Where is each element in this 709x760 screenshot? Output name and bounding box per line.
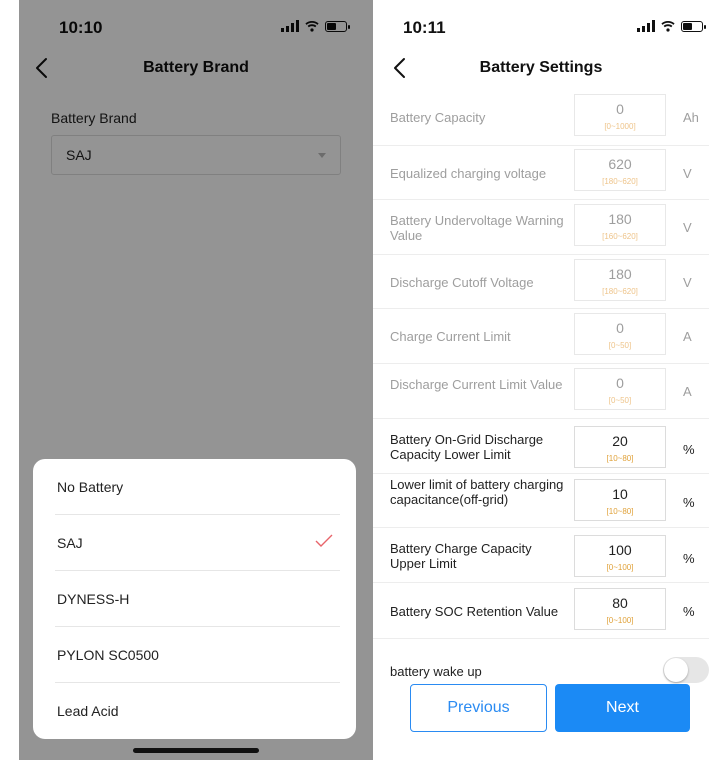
- setting-range: [0~100]: [606, 616, 634, 625]
- setting-unit: A: [683, 384, 692, 399]
- setting-range: [180~620]: [602, 177, 638, 186]
- system-icons: [637, 20, 706, 32]
- status-bar: 10:11: [373, 0, 709, 46]
- setting-input[interactable]: 80 [0~100]: [574, 588, 666, 630]
- setting-value: 80: [612, 595, 628, 611]
- setting-label: Battery On-Grid Discharge Capacity Lower…: [390, 432, 544, 462]
- setting-value: 0: [616, 375, 624, 391]
- setting-range: [160~620]: [602, 232, 638, 241]
- nav-bar: Battery Settings: [373, 46, 709, 90]
- setting-row: Battery Charge Capacity Upper Limit 100 […: [373, 527, 709, 583]
- battery-brand-screen: 10:10 Battery Brand Battery Brand SAJ No…: [19, 0, 373, 760]
- setting-row: Discharge Cutoff Voltage 180 [180~620] V: [373, 254, 709, 309]
- setting-range: [0~100]: [606, 563, 634, 572]
- next-button[interactable]: Next: [555, 684, 690, 732]
- setting-input[interactable]: 180 [180~620]: [574, 259, 666, 301]
- setting-row: Battery Capacity 0 [0~1000] Ah: [373, 90, 709, 146]
- option-lead-acid[interactable]: Lead Acid: [55, 683, 340, 738]
- setting-unit: V: [683, 275, 692, 290]
- setting-input[interactable]: 20 [10~80]: [574, 426, 666, 468]
- toggle-knob: [664, 658, 688, 682]
- option-pylon-sc0500[interactable]: PYLON SC0500: [55, 627, 340, 683]
- setting-range: [0~50]: [608, 396, 632, 405]
- setting-row: Battery Undervoltage Warning Value 180 [1…: [373, 199, 709, 255]
- setting-unit: V: [683, 166, 692, 181]
- setting-row: Charge Current Limit 0 [0~50] A: [373, 308, 709, 364]
- setting-label: Equalized charging voltage: [390, 166, 547, 181]
- battery-icon: [681, 20, 706, 32]
- checkmark-icon: [315, 534, 333, 547]
- setting-range: [180~620]: [602, 287, 638, 296]
- setting-label: Discharge Cutoff Voltage: [390, 275, 534, 290]
- setting-value: 180: [608, 211, 632, 227]
- home-indicator: [133, 748, 259, 753]
- setting-value: 0: [616, 101, 624, 117]
- setting-label: Lower limit of battery charging capacita…: [390, 477, 564, 507]
- setting-label: Battery Charge Capacity Upper Limit: [390, 541, 532, 571]
- setting-range: [0~1000]: [604, 122, 636, 131]
- previous-button[interactable]: Previous: [410, 684, 547, 732]
- setting-label: Battery Undervoltage Warning Value: [390, 213, 564, 243]
- wifi-icon: [661, 20, 675, 32]
- setting-range: [0~50]: [608, 341, 632, 350]
- setting-value: 180: [608, 266, 632, 282]
- setting-range: [10~80]: [606, 507, 634, 516]
- setting-row: Battery On-Grid Discharge Capacity Lower…: [373, 418, 709, 474]
- setting-input[interactable]: 0 [0~50]: [574, 313, 666, 355]
- setting-input[interactable]: 100 [0~100]: [574, 535, 666, 577]
- battery-wake-up-toggle[interactable]: [663, 657, 709, 683]
- setting-row: Lower limit of battery charging capacita…: [373, 473, 709, 528]
- setting-unit: V: [683, 220, 692, 235]
- option-saj[interactable]: SAJ: [55, 515, 340, 571]
- setting-input[interactable]: 0 [0~50]: [574, 368, 666, 410]
- setting-unit: %: [683, 551, 695, 566]
- setting-range: [10~80]: [606, 454, 634, 463]
- setting-row: Discharge Current Limit Value 0 [0~50] A: [373, 363, 709, 419]
- setting-value: 0: [616, 320, 624, 336]
- signal-icon: [637, 20, 655, 32]
- setting-value: 620: [608, 156, 632, 172]
- brand-picker-sheet: No Battery SAJ DYNESS-H PYLON SC0500 Lea…: [33, 459, 356, 739]
- setting-row: Battery SOC Retention Value 80 [0~100] %: [373, 582, 709, 639]
- battery-settings-screen: 10:11 Battery Settings Battery Capacity …: [373, 0, 709, 760]
- battery-wake-up-label: battery wake up: [390, 664, 482, 679]
- setting-row: Equalized charging voltage 620 [180~620] …: [373, 145, 709, 200]
- setting-unit: %: [683, 495, 695, 510]
- setting-input[interactable]: 620 [180~620]: [574, 149, 666, 191]
- setting-label: Discharge Current Limit Value: [390, 377, 563, 392]
- status-time: 10:11: [403, 18, 446, 37]
- setting-label: Battery SOC Retention Value: [390, 604, 559, 619]
- setting-unit: %: [683, 604, 695, 619]
- setting-unit: Ah: [683, 110, 699, 125]
- setting-label: Battery Capacity: [390, 110, 486, 125]
- setting-unit: A: [683, 329, 692, 344]
- option-dyness-h[interactable]: DYNESS-H: [55, 571, 340, 627]
- setting-value: 20: [612, 433, 628, 449]
- setting-unit: %: [683, 442, 695, 457]
- setting-value: 100: [608, 542, 632, 558]
- option-no-battery[interactable]: No Battery: [55, 459, 340, 515]
- page-title: Battery Settings: [479, 59, 603, 76]
- setting-label: Charge Current Limit: [390, 329, 511, 344]
- setting-input[interactable]: 0 [0~1000]: [574, 94, 666, 136]
- setting-value: 10: [612, 486, 628, 502]
- setting-input[interactable]: 10 [10~80]: [574, 479, 666, 521]
- setting-input[interactable]: 180 [160~620]: [574, 204, 666, 246]
